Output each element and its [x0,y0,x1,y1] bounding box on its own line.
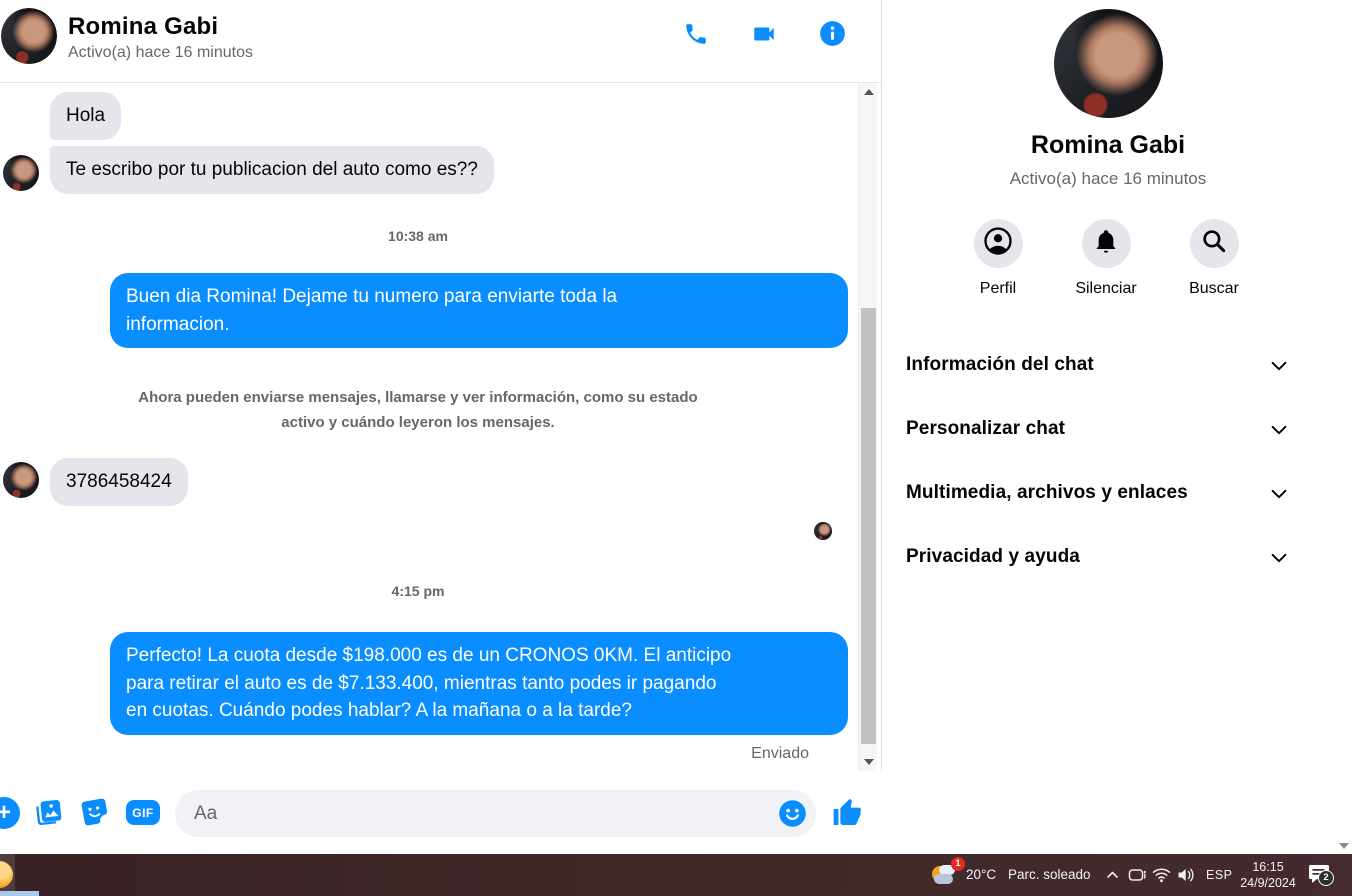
chevron-up-icon [1105,869,1120,886]
weather-widget[interactable]: 1 [930,857,965,889]
like-button[interactable] [831,797,863,834]
wifi-icon[interactable] [1152,867,1171,888]
sidebar-scroll-down-arrow[interactable] [1339,843,1349,849]
clock-time: 16:15 [1252,860,1284,874]
chat-header-avatar[interactable] [1,8,57,64]
search-icon [1200,227,1228,260]
bottom-edge-strip [0,891,39,896]
emoji-button[interactable] [778,799,807,828]
photo-icon [33,799,64,832]
taskbar-clock[interactable]: 16:15 24/9/2024 [1238,859,1298,892]
windows-taskbar: 1 20°C Parc. soleado ESP 16:15 24/9/2024 [0,854,1352,896]
smiley-icon [778,800,807,832]
chat-scrollbar[interactable] [858,83,877,771]
gif-button[interactable]: GIF [126,800,160,825]
chevron-down-icon [1268,547,1290,574]
more-actions-button[interactable]: + [0,797,20,829]
section-privacy-help[interactable]: Privacidad y ayuda [883,525,1333,589]
message-input-container [175,790,816,837]
sender-avatar [3,462,39,498]
message-composer: + GIF [0,771,882,854]
profile-avatar-large [1054,9,1163,118]
scroll-down-arrow[interactable] [864,759,874,765]
info-icon [819,20,846,52]
sent-message[interactable]: Buen dia Romina! Dejame tu numero para e… [110,273,848,349]
chevron-down-icon [1268,483,1290,510]
search-action-label: Buscar [1189,280,1239,297]
app-icon [0,861,13,888]
sticker-icon [79,798,111,832]
weather-condition-label[interactable]: Parc. soleado [1008,867,1091,882]
temperature-label[interactable]: 20°C [966,867,996,882]
sent-message[interactable]: Perfecto! La cuota desde $198.000 es de … [110,632,848,735]
seen-indicator-avatar [814,522,832,540]
chat-scrollbar-thumb[interactable] [861,308,876,744]
section-label: Privacidad y ayuda [906,546,1080,567]
section-customize-chat[interactable]: Personalizar chat [883,397,1333,461]
thumbs-up-icon [831,798,863,833]
weather-sun-cloud-icon [930,865,960,893]
video-camera-icon [750,21,778,52]
chat-contact-status: Activo(a) hace 16 minutos [68,44,253,61]
mute-action-label: Silenciar [1075,280,1137,297]
section-label: Personalizar chat [906,418,1066,439]
received-message[interactable]: Hola [50,92,122,140]
conversation-info-button[interactable] [818,20,846,52]
section-label: Información del chat [906,354,1094,375]
clock-date: 24/9/2024 [1240,876,1296,891]
chat-header: Romina Gabi Activo(a) hace 16 minutos [0,0,881,83]
scroll-up-arrow[interactable] [864,89,874,95]
taskbar-app-button[interactable] [0,854,15,896]
video-call-button[interactable] [750,22,778,50]
sender-avatar [3,155,39,191]
received-message[interactable]: 3786458424 [50,458,188,506]
phone-icon [683,21,709,52]
messenger-window: Romina Gabi Activo(a) hace 16 minutos Ho… [0,0,1352,896]
voice-call-button[interactable] [682,22,710,50]
message-list: Hola Te escribo por tu publicacion del a… [0,83,858,771]
section-label: Multimedia, archivos y enlaces [906,482,1188,503]
search-action-button[interactable]: Buscar [1164,219,1264,298]
notification-count-badge: 2 [1318,870,1334,886]
chat-panel: Romina Gabi Activo(a) hace 16 minutos Ho… [0,0,882,854]
attach-photo-button[interactable] [33,797,64,833]
chevron-down-icon [1268,355,1290,382]
message-input[interactable] [175,790,816,837]
sticker-button[interactable] [79,796,111,833]
tray-device-icon[interactable] [1128,867,1147,889]
profile-status: Activo(a) hace 16 minutos [1009,169,1207,188]
sidebar-sections: Información del chat Personalizar chat M… [883,333,1333,589]
timestamp-divider: 10:38 am [388,228,448,244]
section-media-files-links[interactable]: Multimedia, archivos y enlaces [883,461,1333,525]
plus-icon: + [0,799,11,826]
delivery-status: Enviado [751,745,809,762]
chevron-down-icon [1268,419,1290,446]
system-notice: Ahora pueden enviarse mensajes, llamarse… [138,389,698,432]
mute-action-button[interactable]: Silenciar [1056,219,1156,298]
timestamp-divider: 4:15 pm [391,583,445,599]
profile-action-button[interactable]: Perfil [948,219,1048,298]
language-indicator[interactable]: ESP [1206,868,1233,882]
gif-icon: GIF [132,805,154,820]
contact-photo [1,8,57,64]
profile-icon [983,226,1013,261]
show-hidden-icons-button[interactable] [1105,868,1120,887]
section-chat-info[interactable]: Información del chat [883,333,1333,397]
profile-name: Romina Gabi [1030,131,1186,159]
conversation-sidebar: Romina Gabi Activo(a) hace 16 minutos Pe… [883,0,1352,854]
weather-alert-badge: 1 [951,857,965,871]
notification-center-button[interactable]: 2 [1307,863,1335,889]
profile-action-label: Perfil [979,280,1017,297]
chat-contact-name: Romina Gabi [68,13,219,40]
volume-icon[interactable] [1177,867,1196,888]
received-message[interactable]: Te escribo por tu publicacion del auto c… [50,146,494,194]
bell-icon [1092,227,1120,260]
